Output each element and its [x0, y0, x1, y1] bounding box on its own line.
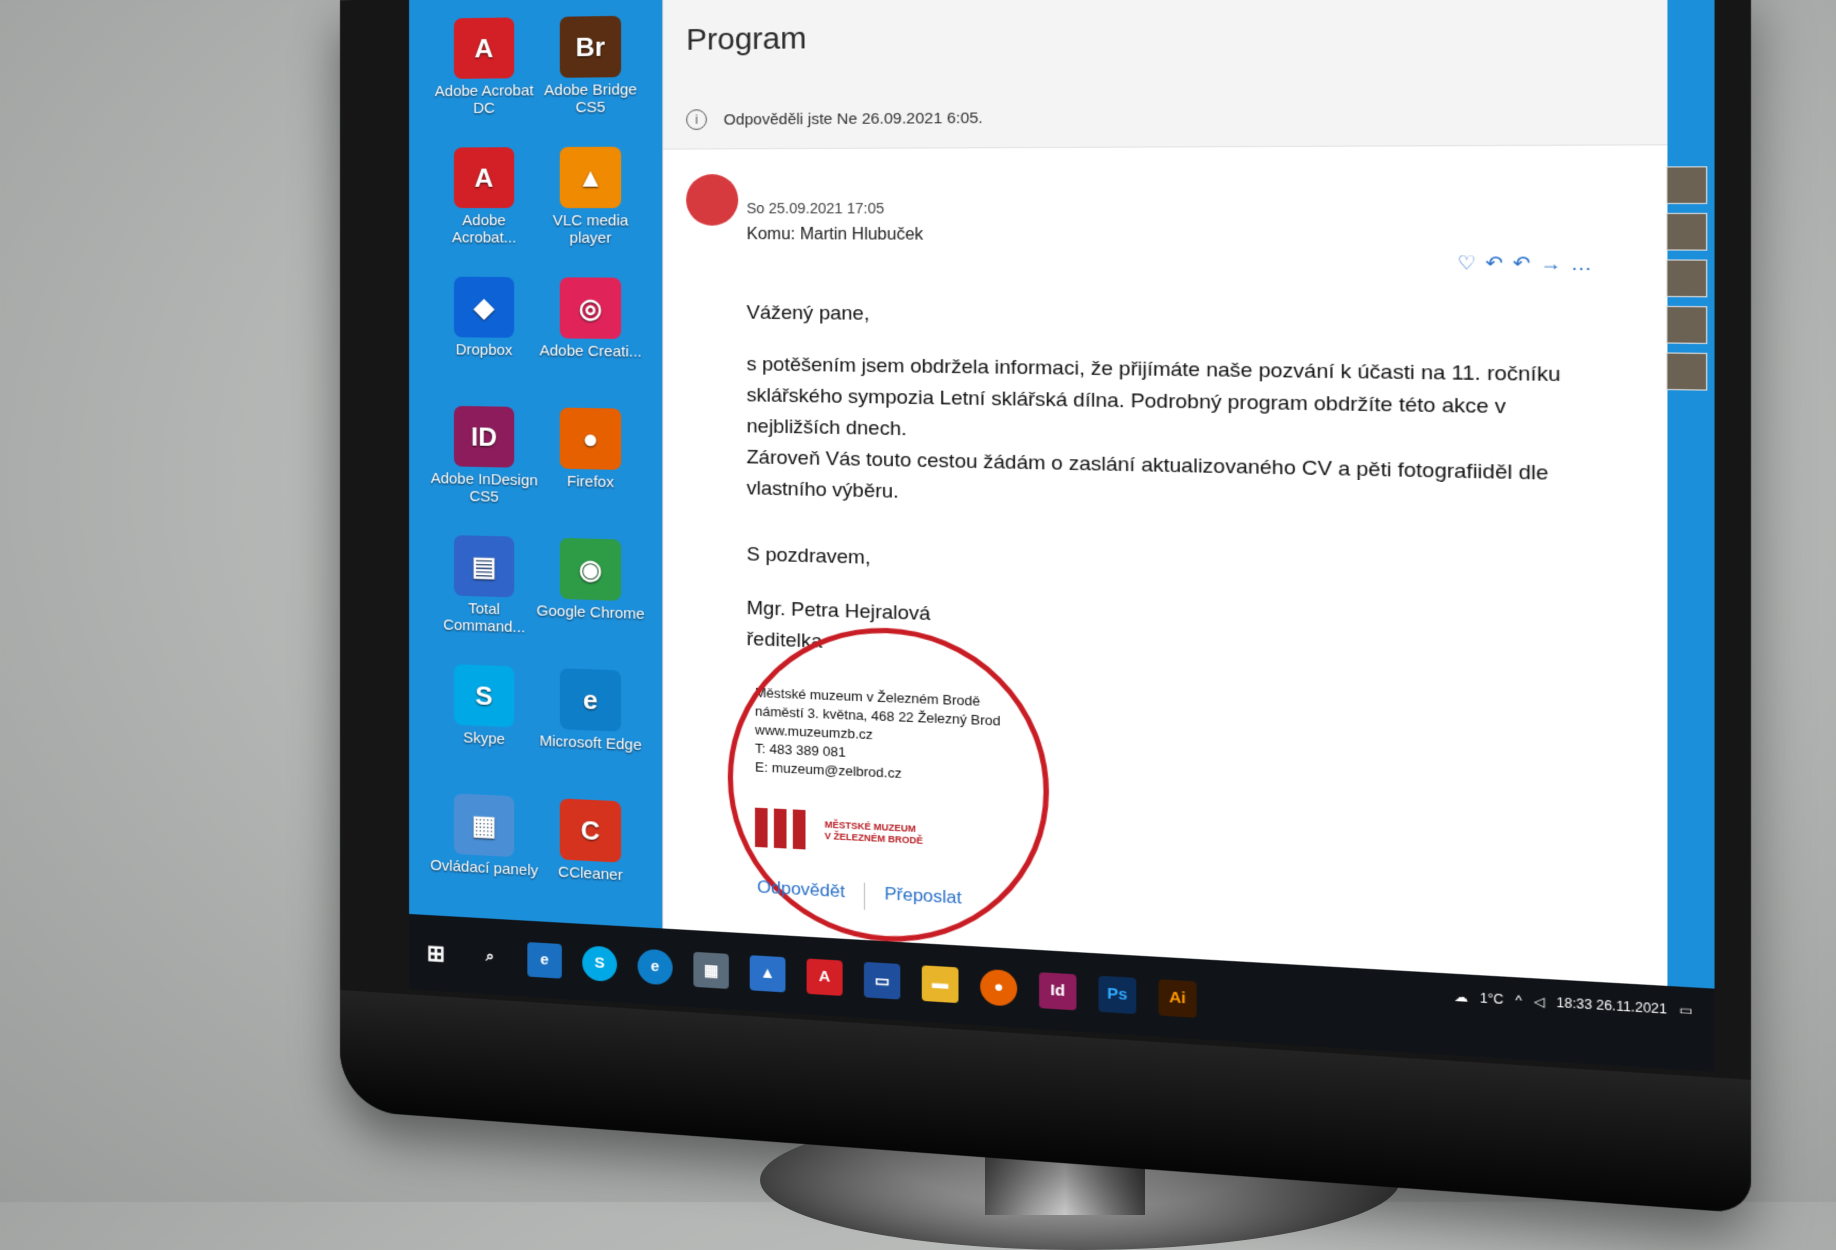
app-icon: e [559, 668, 622, 732]
reply-button[interactable]: Odpovědět [757, 877, 845, 909]
desktop-shortcut-label: Adobe Acrobat... [451, 212, 517, 247]
desktop-shortcut[interactable]: ▦ Ovládací panely [429, 792, 540, 880]
desktop-shortcut[interactable]: ◎ Adobe Creati... [534, 277, 646, 361]
email-recipient: Komu: Martin Hlubuček [746, 225, 924, 244]
desktop-shortcut-label: Dropbox [455, 341, 513, 360]
app-icon: A [453, 147, 515, 209]
desktop-shortcut-label: Adobe Acrobat DC [434, 82, 534, 118]
desktop-file-icon[interactable] [1666, 352, 1708, 391]
desktop-shortcut[interactable]: S Skype [429, 663, 540, 749]
info-icon: i [686, 109, 707, 130]
message-actions: ♡↶↶→… [1457, 252, 1601, 276]
photos-icon[interactable]: ▲ [749, 954, 786, 992]
desktop-file-icon[interactable] [1666, 166, 1708, 205]
desktop-shortcut-label: VLC media player [552, 212, 629, 247]
desktop-shortcut[interactable]: ID Adobe InDesign CS5 [429, 405, 540, 506]
skype-icon[interactable]: S [582, 944, 618, 982]
reply-status-text: Odpověděli jste Ne 26.09.2021 6:05. [723, 108, 983, 129]
desktop-right-icons [1666, 166, 1714, 399]
desktop-shortcut[interactable]: ◆ Dropbox [429, 276, 540, 360]
indesign-icon[interactable]: Id [1039, 971, 1077, 1010]
app-icon: S [453, 664, 515, 728]
app-icon: ◆ [453, 276, 515, 338]
desktop-shortcut-label: Adobe Bridge CS5 [544, 81, 638, 117]
desktop-shortcut-label: Adobe Creati... [539, 342, 642, 361]
edge-icon[interactable]: e [637, 948, 673, 985]
desktop-shortcut-label: Skype [463, 729, 505, 749]
app-icon: ▦ [453, 793, 515, 858]
divider [864, 882, 866, 910]
desktop-shortcut-label: Microsoft Edge [539, 732, 642, 755]
desktop-shortcut[interactable]: e Microsoft Edge [534, 667, 646, 754]
app-icon: ▤ [453, 535, 515, 598]
desktop-shortcut[interactable]: A Adobe Acrobat DC [429, 17, 540, 117]
desktop-shortcut[interactable]: A Adobe Acrobat... [429, 147, 540, 247]
desktop-shortcut-label: Google Chrome [536, 602, 645, 624]
app-icon: Br [559, 15, 622, 78]
clock-date: 26.11.2021 [1596, 997, 1668, 1017]
desktop-file-icon[interactable] [1666, 212, 1708, 251]
weather-icon[interactable]: ☁ [1454, 989, 1468, 1005]
search-icon[interactable]: ⌕ [473, 938, 507, 974]
system-tray: ☁ 1°C ^ ◁ 18:33 26.11.2021 ▭ [1454, 989, 1693, 1018]
app-icon: ID [453, 405, 515, 468]
reply-icon[interactable]: ↶ [1485, 252, 1512, 274]
email-subject: Program [686, 21, 807, 58]
ie-icon[interactable]: e [527, 941, 562, 979]
desktop-file-icon[interactable] [1666, 259, 1708, 298]
email-date: So 25.09.2021 17:05 [746, 199, 885, 217]
reply-status: i Odpověděli jste Ne 26.09.2021 6:05. [686, 107, 983, 130]
notifications-icon[interactable]: ▭ [1679, 1002, 1693, 1018]
email-greeting: Vážený pane, [746, 302, 870, 325]
desktop-shortcut-label: Total Command... [443, 600, 526, 637]
desktop-shortcut[interactable]: C CCleaner [534, 797, 646, 885]
weather-temp: 1°C [1479, 990, 1504, 1008]
desktop-file-icon[interactable] [1666, 305, 1708, 344]
desktop-shortcut[interactable]: ● Firefox [534, 407, 646, 492]
reply-all-icon[interactable]: ↶ [1513, 252, 1540, 274]
forward-button[interactable]: Přeposlat [884, 884, 961, 915]
email-window: Program i Odpověděli jste Ne 26.09.2021 … [662, 0, 1668, 1070]
clock[interactable]: 18:33 26.11.2021 [1556, 995, 1667, 1017]
app-icon: ▲ [559, 146, 622, 209]
desktop-shortcut[interactable]: ▲ VLC media player [534, 146, 646, 247]
app-icon: A [453, 17, 515, 79]
email-closing: S pozdravem, [746, 543, 871, 570]
desktop-shortcut-label: CCleaner [558, 863, 623, 885]
monitor-bezel: A Adobe Acrobat DC Br Adobe Bridge CS5 A Adob… [340, 0, 1752, 1214]
app-icon: C [559, 798, 622, 863]
firefox-icon[interactable]: ● [980, 968, 1018, 1007]
acrobat-icon[interactable]: A [806, 957, 843, 996]
desktop-shortcut[interactable]: ▤ Total Command... [429, 534, 540, 637]
app-icon: ◎ [559, 277, 622, 340]
app-icon: ● [559, 407, 622, 470]
desktop-shortcut[interactable]: ◉ Google Chrome [534, 537, 646, 623]
forward-icon[interactable]: → [1540, 252, 1571, 274]
chevron-up-icon[interactable]: ^ [1515, 993, 1522, 1009]
desktop-shortcut-label: Adobe InDesign CS5 [430, 469, 538, 506]
desktop-screen: A Adobe Acrobat DC Br Adobe Bridge CS5 A Adob… [409, 0, 1715, 1072]
file-explorer-icon[interactable]: ▬ [921, 964, 959, 1003]
window-icon[interactable]: ▭ [863, 961, 901, 1000]
desktop-shortcut-label: Firefox [567, 472, 614, 492]
more-icon[interactable]: … [1571, 252, 1602, 274]
like-icon[interactable]: ♡ [1457, 252, 1485, 274]
calculator-icon[interactable]: ▦ [693, 951, 729, 989]
desktop-shortcut-label: Ovládací panely [430, 856, 539, 880]
illustrator-icon[interactable]: Ai [1158, 978, 1197, 1018]
photoshop-icon[interactable]: Ps [1098, 975, 1137, 1014]
volume-icon[interactable]: ◁ [1534, 994, 1545, 1010]
app-icon: ◉ [559, 537, 622, 601]
desktop-shortcut[interactable]: Br Adobe Bridge CS5 [534, 15, 646, 116]
clock-time: 18:33 [1556, 994, 1593, 1013]
sender-avatar [686, 174, 739, 226]
start-icon[interactable]: ⊞ [419, 935, 453, 971]
email-paragraph-1: s potěšením jsem obdržela informaci, že … [746, 353, 1561, 441]
